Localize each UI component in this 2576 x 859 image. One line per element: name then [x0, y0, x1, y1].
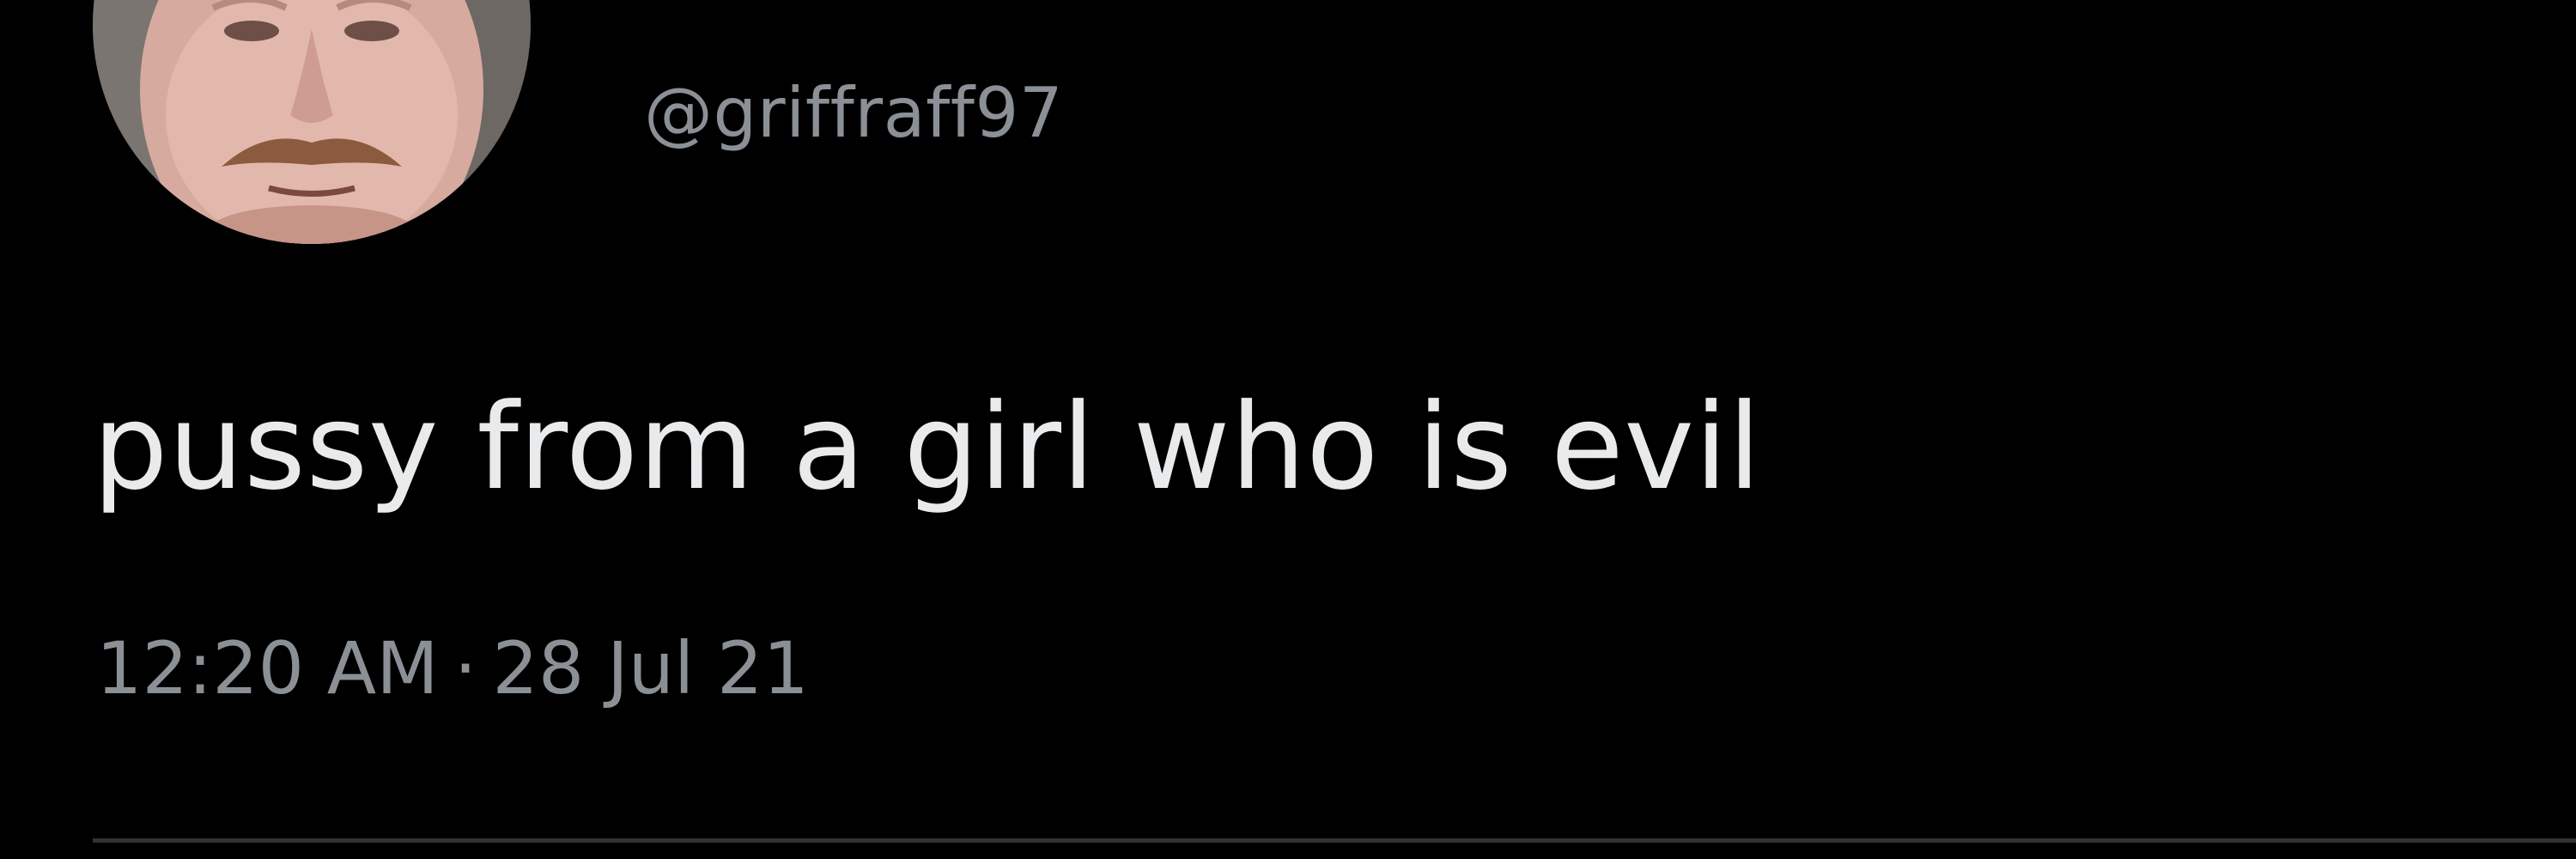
avatar[interactable] — [93, 0, 531, 244]
tweet-timestamp[interactable]: 12:20 AM · 28 Jul 21 — [96, 632, 809, 704]
divider — [93, 838, 2576, 843]
profile-photo-icon — [93, 0, 531, 244]
tweet-date: 28 Jul 21 — [492, 626, 809, 710]
timestamp-separator: · — [453, 626, 477, 710]
tweet-time: 12:20 AM — [96, 626, 439, 710]
user-handle[interactable]: @griffraff97 — [644, 79, 1063, 148]
tweet-text: pussy from a girl who is evil — [93, 378, 1762, 516]
